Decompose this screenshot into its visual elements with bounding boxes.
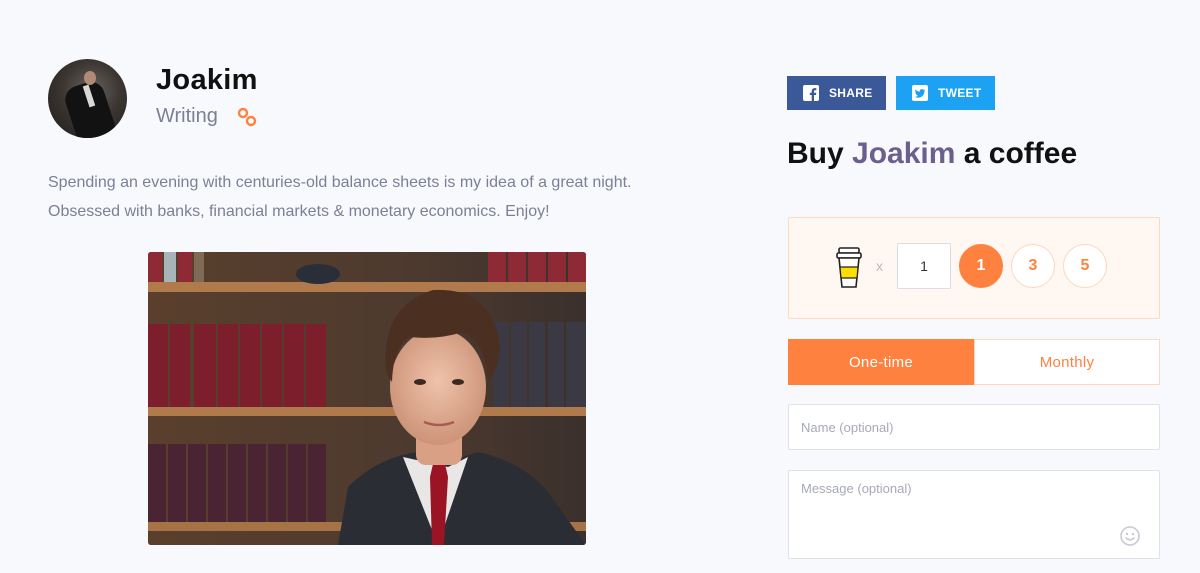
coffee-quantity-input[interactable] — [897, 243, 951, 289]
twitter-tweet-button[interactable]: TWEET — [896, 76, 995, 110]
share-label: SHARE — [829, 86, 873, 100]
tab-one-time[interactable]: One-time — [788, 339, 974, 385]
support-message-input[interactable] — [788, 470, 1160, 559]
tab-monthly[interactable]: Monthly — [974, 339, 1160, 385]
creator-category: Writing — [156, 105, 218, 127]
twitter-icon — [912, 85, 928, 101]
creator-name: Joakim — [156, 64, 258, 96]
smiley-icon[interactable] — [1119, 525, 1141, 547]
bio-line: Obsessed with banks, financial markets &… — [48, 203, 550, 220]
tweet-label: TWEET — [938, 86, 982, 100]
facebook-share-button[interactable]: SHARE — [787, 76, 886, 110]
bio-line: Spending an evening with centuries-old b… — [48, 174, 632, 191]
supporter-name-input[interactable] — [788, 404, 1160, 450]
coffee-cup-icon — [835, 246, 863, 290]
support-title: Buy Joakim a coffee — [787, 137, 1077, 171]
facebook-icon — [803, 85, 819, 101]
quantity-option-1[interactable]: 1 — [959, 244, 1003, 288]
featured-photo — [148, 252, 586, 545]
title-creator-name: Joakim — [852, 137, 956, 170]
title-suffix: a coffee — [963, 137, 1078, 170]
creator-avatar — [48, 59, 127, 138]
creator-page: Joakim Writing Spending an evening with … — [0, 0, 1200, 573]
frequency-tabs: One-time Monthly — [788, 339, 1160, 385]
coffee-quantity-selector: x 1 3 5 — [788, 217, 1160, 319]
quantity-option-3[interactable]: 3 — [1011, 244, 1055, 288]
quantity-option-5[interactable]: 5 — [1063, 244, 1107, 288]
title-prefix: Buy — [787, 137, 844, 170]
creator-bio: Spending an evening with centuries-old b… — [48, 168, 688, 226]
link-icon[interactable] — [236, 106, 258, 128]
multiplier-sign: x — [876, 258, 883, 274]
